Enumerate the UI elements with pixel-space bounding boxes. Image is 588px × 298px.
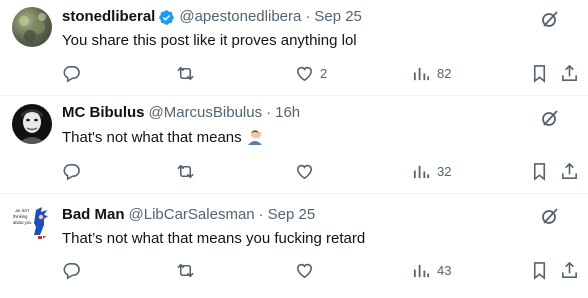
- repost-icon: [176, 162, 195, 181]
- grok-icon[interactable]: [540, 9, 560, 29]
- view-count: 82: [437, 65, 452, 81]
- grok-icon[interactable]: [540, 108, 560, 128]
- reply-icon: [62, 261, 81, 280]
- tweet-header: Bad Man @LibCarSalesman · Sep 25: [62, 205, 315, 225]
- svg-text:She isn't: She isn't: [13, 208, 30, 213]
- repost-icon: [176, 64, 195, 83]
- analytics-icon: [412, 64, 431, 83]
- reply-icon: [62, 162, 81, 181]
- svg-text:about you: about you: [13, 220, 32, 225]
- timestamp[interactable]: 16h: [275, 103, 300, 123]
- view-count: 32: [437, 163, 452, 179]
- avatar[interactable]: [12, 104, 52, 144]
- share-button[interactable]: [560, 260, 579, 280]
- timestamp[interactable]: Sep 25: [314, 7, 362, 27]
- analytics-icon: [412, 261, 431, 280]
- tweet[interactable]: stonedliberal @apestonedlibera · Sep 25 …: [0, 0, 588, 95]
- tweet-text: You share this post like it proves anyth…: [62, 32, 357, 49]
- repost-icon: [176, 261, 195, 280]
- repost-button[interactable]: [176, 161, 195, 181]
- share-icon: [560, 64, 579, 83]
- analytics-icon: [412, 162, 431, 181]
- user-handle[interactable]: @MarcusBibulus: [149, 103, 263, 123]
- tweet[interactable]: She isn't thinking about you Bad Man @Li…: [0, 193, 588, 298]
- reply-button[interactable]: [62, 161, 81, 181]
- man-facepalming-emoji-icon: [246, 127, 264, 145]
- tweet-header: stonedliberal @apestonedlibera · Sep 25: [62, 7, 362, 27]
- bookmark-button[interactable]: [530, 260, 549, 280]
- reply-button[interactable]: [62, 260, 81, 280]
- reply-icon: [62, 64, 81, 83]
- heart-icon: [295, 64, 314, 83]
- avatar[interactable]: She isn't thinking about you: [12, 202, 52, 242]
- bookmark-icon: [530, 64, 549, 83]
- share-button[interactable]: [560, 63, 579, 83]
- like-button[interactable]: [295, 260, 314, 280]
- like-count: 2: [320, 65, 328, 81]
- grok-icon[interactable]: [540, 206, 560, 226]
- user-handle[interactable]: @apestonedlibera: [179, 7, 301, 27]
- timestamp[interactable]: Sep 25: [268, 205, 316, 225]
- bookmark-icon: [530, 261, 549, 280]
- verified-badge-icon: [158, 9, 175, 26]
- view-count: 43: [437, 262, 452, 278]
- reply-feed: stonedliberal @apestonedlibera · Sep 25 …: [0, 0, 588, 298]
- bookmark-button[interactable]: [530, 63, 549, 83]
- display-name[interactable]: stonedliberal: [62, 7, 155, 27]
- tweet[interactable]: MC Bibulus @MarcusBibulus · 16h That's n…: [0, 95, 588, 193]
- views-button[interactable]: 32: [412, 161, 451, 181]
- views-button[interactable]: 82: [412, 63, 451, 83]
- reply-button[interactable]: [62, 63, 81, 83]
- share-icon: [560, 162, 579, 181]
- repost-button[interactable]: [176, 260, 195, 280]
- tweet-actions: 32: [0, 161, 588, 181]
- repost-button[interactable]: [176, 63, 195, 83]
- share-icon: [560, 261, 579, 280]
- heart-icon: [295, 261, 314, 280]
- like-button[interactable]: 2: [295, 63, 327, 83]
- display-name[interactable]: Bad Man: [62, 205, 125, 225]
- separator-dot: ·: [305, 8, 311, 25]
- heart-icon: [295, 162, 314, 181]
- svg-text:thinking: thinking: [13, 214, 28, 219]
- tweet-actions: 2 82: [0, 63, 588, 83]
- tweet-actions: 43: [0, 260, 588, 280]
- bookmark-button[interactable]: [530, 161, 549, 181]
- bookmark-icon: [530, 162, 549, 181]
- views-button[interactable]: 43: [412, 260, 451, 280]
- display-name[interactable]: MC Bibulus: [62, 103, 145, 123]
- like-button[interactable]: [295, 161, 314, 181]
- tweet-text: That’s not what that means you fucking r…: [62, 230, 366, 247]
- tweet-text-container: That's not what that means: [62, 127, 264, 148]
- user-handle[interactable]: @LibCarSalesman: [129, 205, 255, 225]
- tweet-text: That's not what that means: [62, 129, 242, 146]
- separator-dot: ·: [258, 206, 264, 223]
- separator-dot: ·: [266, 104, 272, 121]
- avatar[interactable]: [12, 7, 52, 47]
- share-button[interactable]: [560, 161, 579, 181]
- tweet-header: MC Bibulus @MarcusBibulus · 16h: [62, 103, 300, 123]
